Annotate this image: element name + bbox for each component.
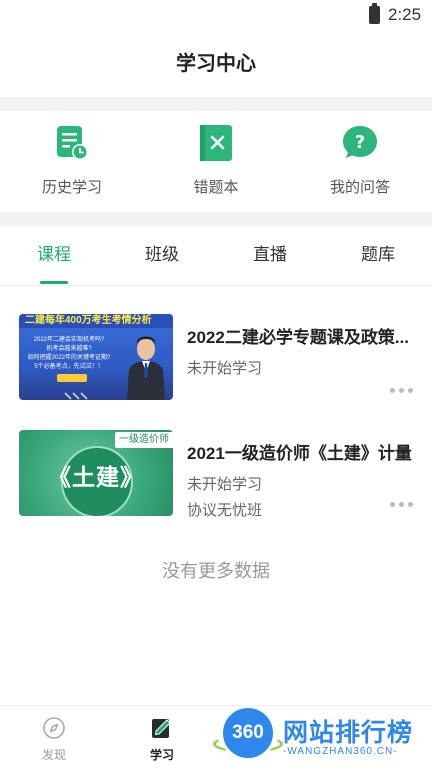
study-icon [152,719,171,738]
tab-classes[interactable]: 班级 [108,226,216,286]
question-icon: ? [343,126,377,158]
course-title: 2021一级造价师《土建》计量 [187,444,412,463]
tab-question-bank[interactable]: 题库 [324,226,432,286]
svg-text:?: ? [355,132,365,153]
status-time: 2:25 [388,5,422,24]
thumbnail-tag [57,374,87,382]
watermark: 360 网站排行榜 -WANGZHAN360.CN- [213,705,432,768]
course-status: 未开始学习 [187,360,263,377]
tab-label: 课程 [37,245,71,264]
thumbnail-text: 如何把握2022年的关键考证期? [27,355,111,361]
history-study-button[interactable]: 历史学习 [0,111,144,212]
divider [0,97,432,111]
course-item[interactable]: 二建每年400万考生考情分析 2022年二建会实现机考吗? 机考会越来越难? 如… [0,314,432,414]
tab-label: 班级 [145,245,179,264]
tab-live[interactable]: 直播 [216,226,324,286]
shortcut-row: 历史学习 错题本 ? 我的问答 [0,111,432,212]
watermark-logo-text: 360 [232,722,264,743]
nav-study[interactable]: 学习 [108,706,216,768]
thumbnail-text: 5个必备考点，先试试！！ [34,364,104,370]
divider [0,212,432,226]
course-thumbnail: 一级造价师 《土建》 [19,430,173,516]
watermark-logo: 360 [220,705,276,761]
header: 学习中心 [0,32,432,97]
course-title: 2022二建必学专题课及政策... [187,328,409,347]
nav-label: 学习 [149,748,174,762]
thumbnail-text: 机考会越来越难? [46,346,92,352]
thumbnail-text: 2022年二建会实现机考吗? [33,337,105,343]
course-thumbnail: 二建每年400万考生考情分析 2022年二建会实现机考吗? 机考会越来越难? 如… [19,314,173,400]
course-status: 未开始学习 [187,476,263,493]
tab-courses[interactable]: 课程 [0,226,108,286]
shortcut-label: 错题本 [193,179,239,196]
thumbnail-decoration [64,392,88,400]
history-icon [57,126,88,160]
thumbnail-banner-text: 二建每年400万考生考情分析 [25,315,152,326]
more-options-icon[interactable] [390,388,414,396]
nav-label: 发现 [41,748,66,762]
status-bar: 2:25 [0,0,432,32]
compass-icon [43,717,65,739]
tab-indicator [40,281,68,284]
shortcut-label: 历史学习 [41,179,102,196]
battery-icon [369,3,380,24]
instructor-photo [127,336,165,400]
thumbnail-title: 《土建》 [48,464,144,490]
thumbnail-label: 一级造价师 [115,432,173,448]
tab-bar: 课程 班级 直播 题库 [0,226,432,286]
watermark-subtitle: -WANGZHAN360.CN- [283,746,398,757]
my-questions-button[interactable]: ? 我的问答 [288,111,432,212]
wrong-answers-book-icon [200,125,232,161]
page-title: 学习中心 [176,53,256,75]
shortcut-label: 我的问答 [329,179,390,196]
nav-discover[interactable]: 发现 [0,706,108,768]
course-class-name: 协议无忧班 [187,502,263,519]
wrong-answers-book-button[interactable]: 错题本 [144,111,288,212]
tab-label: 题库 [361,245,395,264]
course-item[interactable]: 一级造价师 《土建》 2021一级造价师《土建》计量 未开始学习 协议无忧班 [0,430,432,530]
more-options-icon[interactable] [390,502,414,510]
watermark-title: 网站排行榜 [283,719,414,747]
no-more-data-text: 没有更多数据 [162,561,270,581]
tab-label: 直播 [253,245,287,264]
